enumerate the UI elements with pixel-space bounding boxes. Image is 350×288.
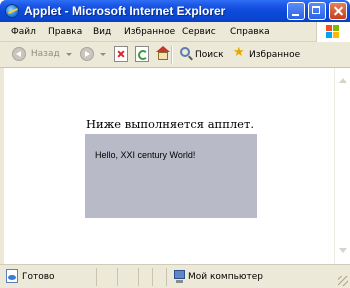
resize-grip-icon[interactable] bbox=[338, 276, 348, 286]
menu-bar: Файл Правка Вид Избранное Сервис Справка bbox=[0, 22, 350, 42]
toolbar-separator bbox=[171, 46, 173, 64]
menu-file[interactable]: Файл bbox=[11, 27, 36, 37]
favorites-label: Избранное bbox=[249, 50, 301, 60]
page-content: Ниже выполняется апплет. Hello, XXI cent… bbox=[4, 68, 334, 264]
windows-logo bbox=[316, 22, 350, 42]
status-text: Готово bbox=[22, 272, 55, 282]
search-label: Поиск bbox=[195, 50, 224, 60]
toolbar: Назад Поиск ★ Избранное bbox=[0, 42, 350, 68]
home-icon[interactable] bbox=[156, 46, 170, 62]
forward-button[interactable] bbox=[80, 47, 106, 63]
scroll-down-icon[interactable] bbox=[338, 246, 348, 256]
back-dropdown-icon[interactable] bbox=[65, 52, 72, 56]
computer-icon bbox=[174, 270, 185, 283]
search-icon bbox=[180, 47, 190, 57]
applet-caption: Ниже выполняется апплет. bbox=[86, 117, 255, 131]
zone-text: Мой компьютер bbox=[188, 272, 263, 282]
menu-favorites[interactable]: Избранное bbox=[124, 27, 175, 37]
status-panel-4 bbox=[152, 268, 166, 286]
applet-text: Hello, XXI century World! bbox=[95, 150, 196, 160]
ie-icon[interactable] bbox=[5, 4, 19, 18]
applet-area[interactable]: Hello, XXI century World! bbox=[85, 134, 257, 218]
page-icon bbox=[6, 269, 18, 283]
forward-dropdown-icon[interactable] bbox=[99, 52, 106, 56]
back-arrow-icon bbox=[12, 47, 26, 61]
status-bar: Готово Мой компьютер bbox=[0, 264, 350, 288]
vertical-scrollbar[interactable] bbox=[334, 68, 350, 264]
scroll-up-icon[interactable] bbox=[338, 76, 348, 86]
minimize-icon[interactable] bbox=[287, 2, 305, 20]
title-bar[interactable]: Applet - Microsoft Internet Explorer bbox=[0, 0, 350, 22]
status-panel-1 bbox=[96, 268, 117, 286]
windows-flag-icon bbox=[326, 25, 340, 39]
menu-tools[interactable]: Сервис bbox=[182, 27, 216, 37]
back-button[interactable]: Назад bbox=[12, 47, 72, 63]
forward-arrow-icon bbox=[80, 47, 94, 61]
status-panel-2 bbox=[117, 268, 138, 286]
maximize-icon[interactable] bbox=[308, 2, 326, 20]
menu-help[interactable]: Справка bbox=[230, 27, 270, 37]
menu-edit[interactable]: Правка bbox=[48, 27, 82, 37]
close-icon[interactable] bbox=[329, 2, 347, 20]
star-icon: ★ bbox=[233, 45, 245, 60]
back-label: Назад bbox=[30, 49, 60, 59]
status-panel-3 bbox=[138, 268, 152, 286]
refresh-icon[interactable] bbox=[135, 46, 149, 62]
menu-view[interactable]: Вид bbox=[93, 27, 111, 37]
window-title: Applet - Microsoft Internet Explorer bbox=[24, 4, 226, 18]
stop-icon[interactable] bbox=[114, 46, 128, 62]
